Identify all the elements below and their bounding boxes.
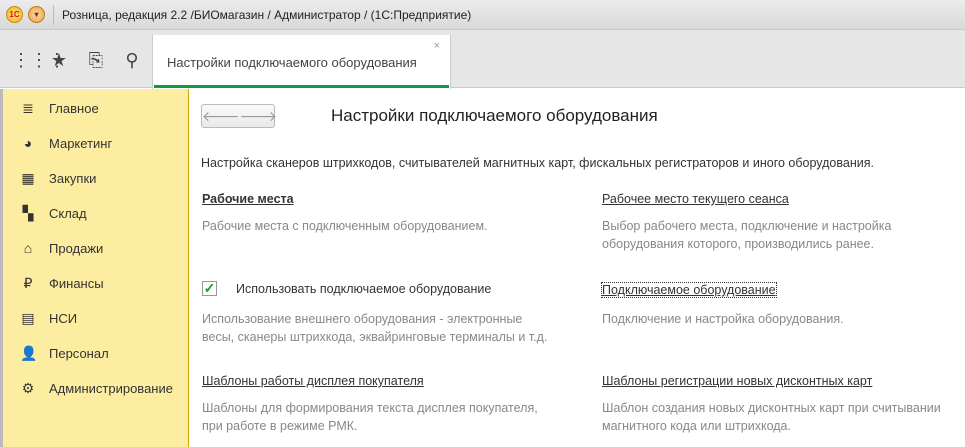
basket-icon: ⌂ (23, 240, 33, 256)
use-equipment-checkbox[interactable]: ✓ (202, 281, 217, 296)
pie-chart-icon: ◕ (23, 135, 33, 151)
tab-equipment-settings[interactable]: Настройки подключаемого оборудования × (152, 35, 451, 89)
gear-icon: ⚙ (21, 379, 35, 396)
sidebar-item-label: Склад (49, 205, 87, 221)
1c-logo-icon[interactable]: 1С (6, 6, 23, 23)
current-workplace-desc: Выбор рабочего места, подключение и наст… (602, 219, 892, 251)
sidebar-item-nsi[interactable]: ▤ НСИ (3, 306, 188, 330)
sidebar-item-finance[interactable]: ₽ Финансы (3, 271, 188, 295)
sidebar-item-label: Главное (49, 100, 99, 116)
main-content: 🡐 🡒 Настройки подключаемого оборудования… (190, 89, 965, 447)
apps-grid-icon[interactable]: ⋮⋮⋮ (12, 50, 66, 70)
ruble-icon: ₽ (23, 274, 33, 291)
list-icon: ≣ (22, 99, 34, 116)
sidebar-item-warehouse[interactable]: ▚ Склад (3, 201, 188, 225)
sidebar-item-sales[interactable]: ⌂ Продажи (3, 236, 188, 260)
sidebar-item-purchases[interactable]: ▦ Закупки (3, 166, 188, 190)
sidebar-item-label: Закупки (49, 170, 97, 186)
card-templates-link[interactable]: Шаблоны регистрации новых дисконтных кар… (602, 374, 872, 388)
page-title: Настройки подключаемого оборудования (331, 106, 658, 125)
window-title: Розница, редакция 2.2 /БИОмагазин / Адми… (62, 7, 472, 22)
sidebar-item-label: Персонал (49, 345, 109, 361)
sidebar-item-personnel[interactable]: 👤 Персонал (3, 341, 188, 365)
active-tab-indicator (154, 85, 449, 88)
use-equipment-label[interactable]: Использовать подключаемое оборудование (236, 282, 491, 296)
equipment-desc: Подключение и настройка оборудования. (602, 312, 844, 326)
sidebar-item-label: Администрирование (49, 380, 173, 396)
card-templates-desc: Шаблон создания новых дисконтных карт пр… (602, 401, 941, 433)
person-icon: 👤 (20, 344, 38, 361)
display-templates-desc: Шаблоны для формирования текста дисплея … (202, 401, 538, 433)
history-icon[interactable]: ⎘ (86, 50, 106, 70)
sidebar-item-label: Финансы (49, 275, 104, 291)
workplaces-link[interactable]: Рабочие места (202, 192, 294, 206)
sidebar-item-marketing[interactable]: ◕ Маркетинг (3, 131, 188, 155)
documents-icon: ▤ (21, 309, 35, 326)
close-icon[interactable]: × (434, 40, 440, 52)
sidebar-item-label: Продажи (49, 240, 104, 256)
current-workplace-link[interactable]: Рабочее место текущего сеанса (602, 192, 789, 206)
sidebar-item-label: Маркетинг (49, 135, 113, 151)
intro-text: Настройка сканеров штрихкодов, считывате… (201, 156, 874, 170)
main-menu-button[interactable]: ▾ (28, 6, 45, 23)
forward-button[interactable]: 🡒 (240, 105, 278, 127)
sidebar-item-label: НСИ (49, 310, 78, 326)
workplaces-desc: Рабочие места с подключенным оборудовани… (202, 219, 488, 233)
display-templates-link[interactable]: Шаблоны работы дисплея покупателя (202, 374, 424, 388)
back-button[interactable]: 🡐 (202, 105, 240, 127)
divider (53, 4, 54, 25)
equipment-link[interactable]: Подключаемое оборудование (601, 282, 777, 298)
sidebar-item-main[interactable]: ≣ Главное (3, 96, 188, 120)
search-icon[interactable]: ⚲ (122, 50, 142, 70)
sidebar-item-administration[interactable]: ⚙ Администрирование (3, 376, 188, 400)
star-icon[interactable]: ★ (49, 50, 69, 70)
use-equipment-desc: Использование внешнего оборудования - эл… (202, 312, 548, 344)
nav-buttons: 🡐 🡒 (201, 104, 278, 128)
cart-icon: ▦ (21, 169, 35, 186)
title-bar: 1С ▾ Розница, редакция 2.2 /БИОмагазин /… (0, 0, 965, 30)
warehouse-icon: ▚ (22, 204, 34, 221)
tab-label: Настройки подключаемого оборудования (167, 55, 417, 70)
sidebar: ≣ Главное ◕ Маркетинг ▦ Закупки ▚ Склад ⌂ Про… (0, 89, 189, 447)
toolbar: ⋮⋮⋮ ★ ⎘ ⚲ (0, 30, 965, 88)
